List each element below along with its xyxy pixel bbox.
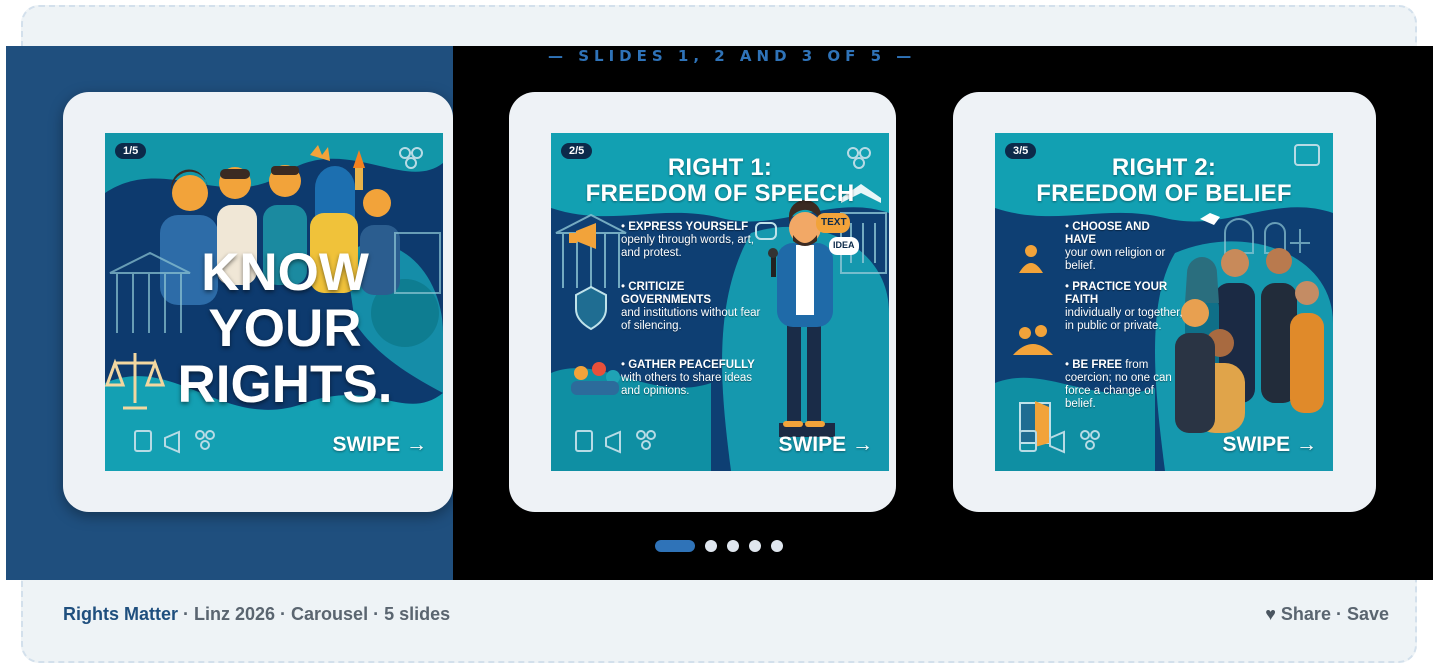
pagination-dot-1[interactable] xyxy=(655,540,695,552)
title-line: RIGHT 2: xyxy=(1111,154,1217,181)
title-line: YOUR xyxy=(208,299,362,358)
action-separator: · xyxy=(1330,604,1347,624)
slide-title: KNOW YOUR RIGHTS. xyxy=(165,245,405,413)
slide-title: RIGHT 2: FREEDOM OF BELIEF xyxy=(995,155,1333,207)
item-text: your own religion or belief. xyxy=(1065,247,1166,272)
item-text: with others to share ideas and opinions. xyxy=(621,372,753,397)
speech-bubble-idea: IDEA xyxy=(833,240,855,250)
slide-title: RIGHT 1: FREEDOM OF SPEECH xyxy=(551,155,889,207)
list-item: • CRITICIZE GOVERNMENTS and institutions… xyxy=(621,281,761,332)
pagination-dot-3[interactable] xyxy=(727,540,739,552)
post-meta-details: · Linz 2026 · Carousel · 5 slides xyxy=(178,604,451,624)
item-text: openly through words, art, and protest. xyxy=(621,234,754,259)
slide-image-2: 2/5 RIGHT 1: FREEDOM OF SPEECH TEXT IDEA… xyxy=(551,133,889,471)
title-line: FREEDOM OF BELIEF xyxy=(1036,180,1292,207)
title-line: KNOW xyxy=(201,243,369,302)
speech-bubble-text: TEXT xyxy=(821,217,847,228)
pagination-dot-4[interactable] xyxy=(749,540,761,552)
title-line: RIGHTS. xyxy=(177,355,393,414)
item-heading: EXPRESS YOURSELF xyxy=(628,221,749,233)
slide-card-1[interactable]: 1/5 KNOW YOUR RIGHTS. SWIPE → xyxy=(63,92,453,512)
list-item: • BE FREE from coercion; no one can forc… xyxy=(1065,359,1172,410)
slide-card-3[interactable]: 3/5 RIGHT 2: FREEDOM OF BELIEF • CHOOSE … xyxy=(953,92,1376,512)
swipe-label: SWIPE → xyxy=(778,433,873,456)
slide-counter: 1/5 xyxy=(115,143,147,159)
title-line: FREEDOM OF SPEECH xyxy=(585,180,855,207)
list-item: • EXPRESS YOURSELF openly through words,… xyxy=(621,221,754,259)
item-heading: CRITICIZE GOVERNMENTS xyxy=(621,281,712,306)
list-item: • PRACTICE YOUR FAITH individually or to… xyxy=(1065,281,1183,332)
slide-image-1: 1/5 KNOW YOUR RIGHTS. SWIPE → xyxy=(105,133,443,471)
pagination-dot-5[interactable] xyxy=(771,540,783,552)
slide-card-2[interactable]: 2/5 RIGHT 1: FREEDOM OF SPEECH TEXT IDEA… xyxy=(509,92,896,512)
list-item: • GATHER PEACEFULLY with others to share… xyxy=(621,359,755,397)
item-text: and institutions without fear of silenci… xyxy=(621,307,761,332)
slides-indicator-label: — SLIDES 1, 2 AND 3 OF 5 — xyxy=(548,47,917,65)
list-item: • CHOOSE AND HAVE your own religion or b… xyxy=(1065,221,1166,272)
post-meta: Rights Matter · Linz 2026 · Carousel · 5… xyxy=(63,604,450,625)
brand-link[interactable]: Rights Matter xyxy=(63,604,178,624)
item-heading: BE FREE xyxy=(1072,359,1123,371)
pagination-dot-2[interactable] xyxy=(705,540,717,552)
post-actions: ♥ Share · Save xyxy=(1265,604,1389,625)
share-button[interactable]: Share xyxy=(1281,604,1331,624)
slide-image-3: 3/5 RIGHT 2: FREEDOM OF BELIEF • CHOOSE … xyxy=(995,133,1333,471)
item-heading: CHOOSE AND HAVE xyxy=(1065,221,1150,246)
item-heading: GATHER PEACEFULLY xyxy=(628,359,755,371)
swipe-label: SWIPE → xyxy=(332,433,427,456)
title-line: RIGHT 1: xyxy=(667,154,773,181)
item-heading: PRACTICE YOUR FAITH xyxy=(1065,281,1168,306)
item-text: individually or together, in public or p… xyxy=(1065,307,1183,332)
save-button[interactable]: Save xyxy=(1347,604,1389,624)
swipe-label: SWIPE → xyxy=(1222,433,1317,456)
heart-icon[interactable]: ♥ xyxy=(1265,604,1276,624)
